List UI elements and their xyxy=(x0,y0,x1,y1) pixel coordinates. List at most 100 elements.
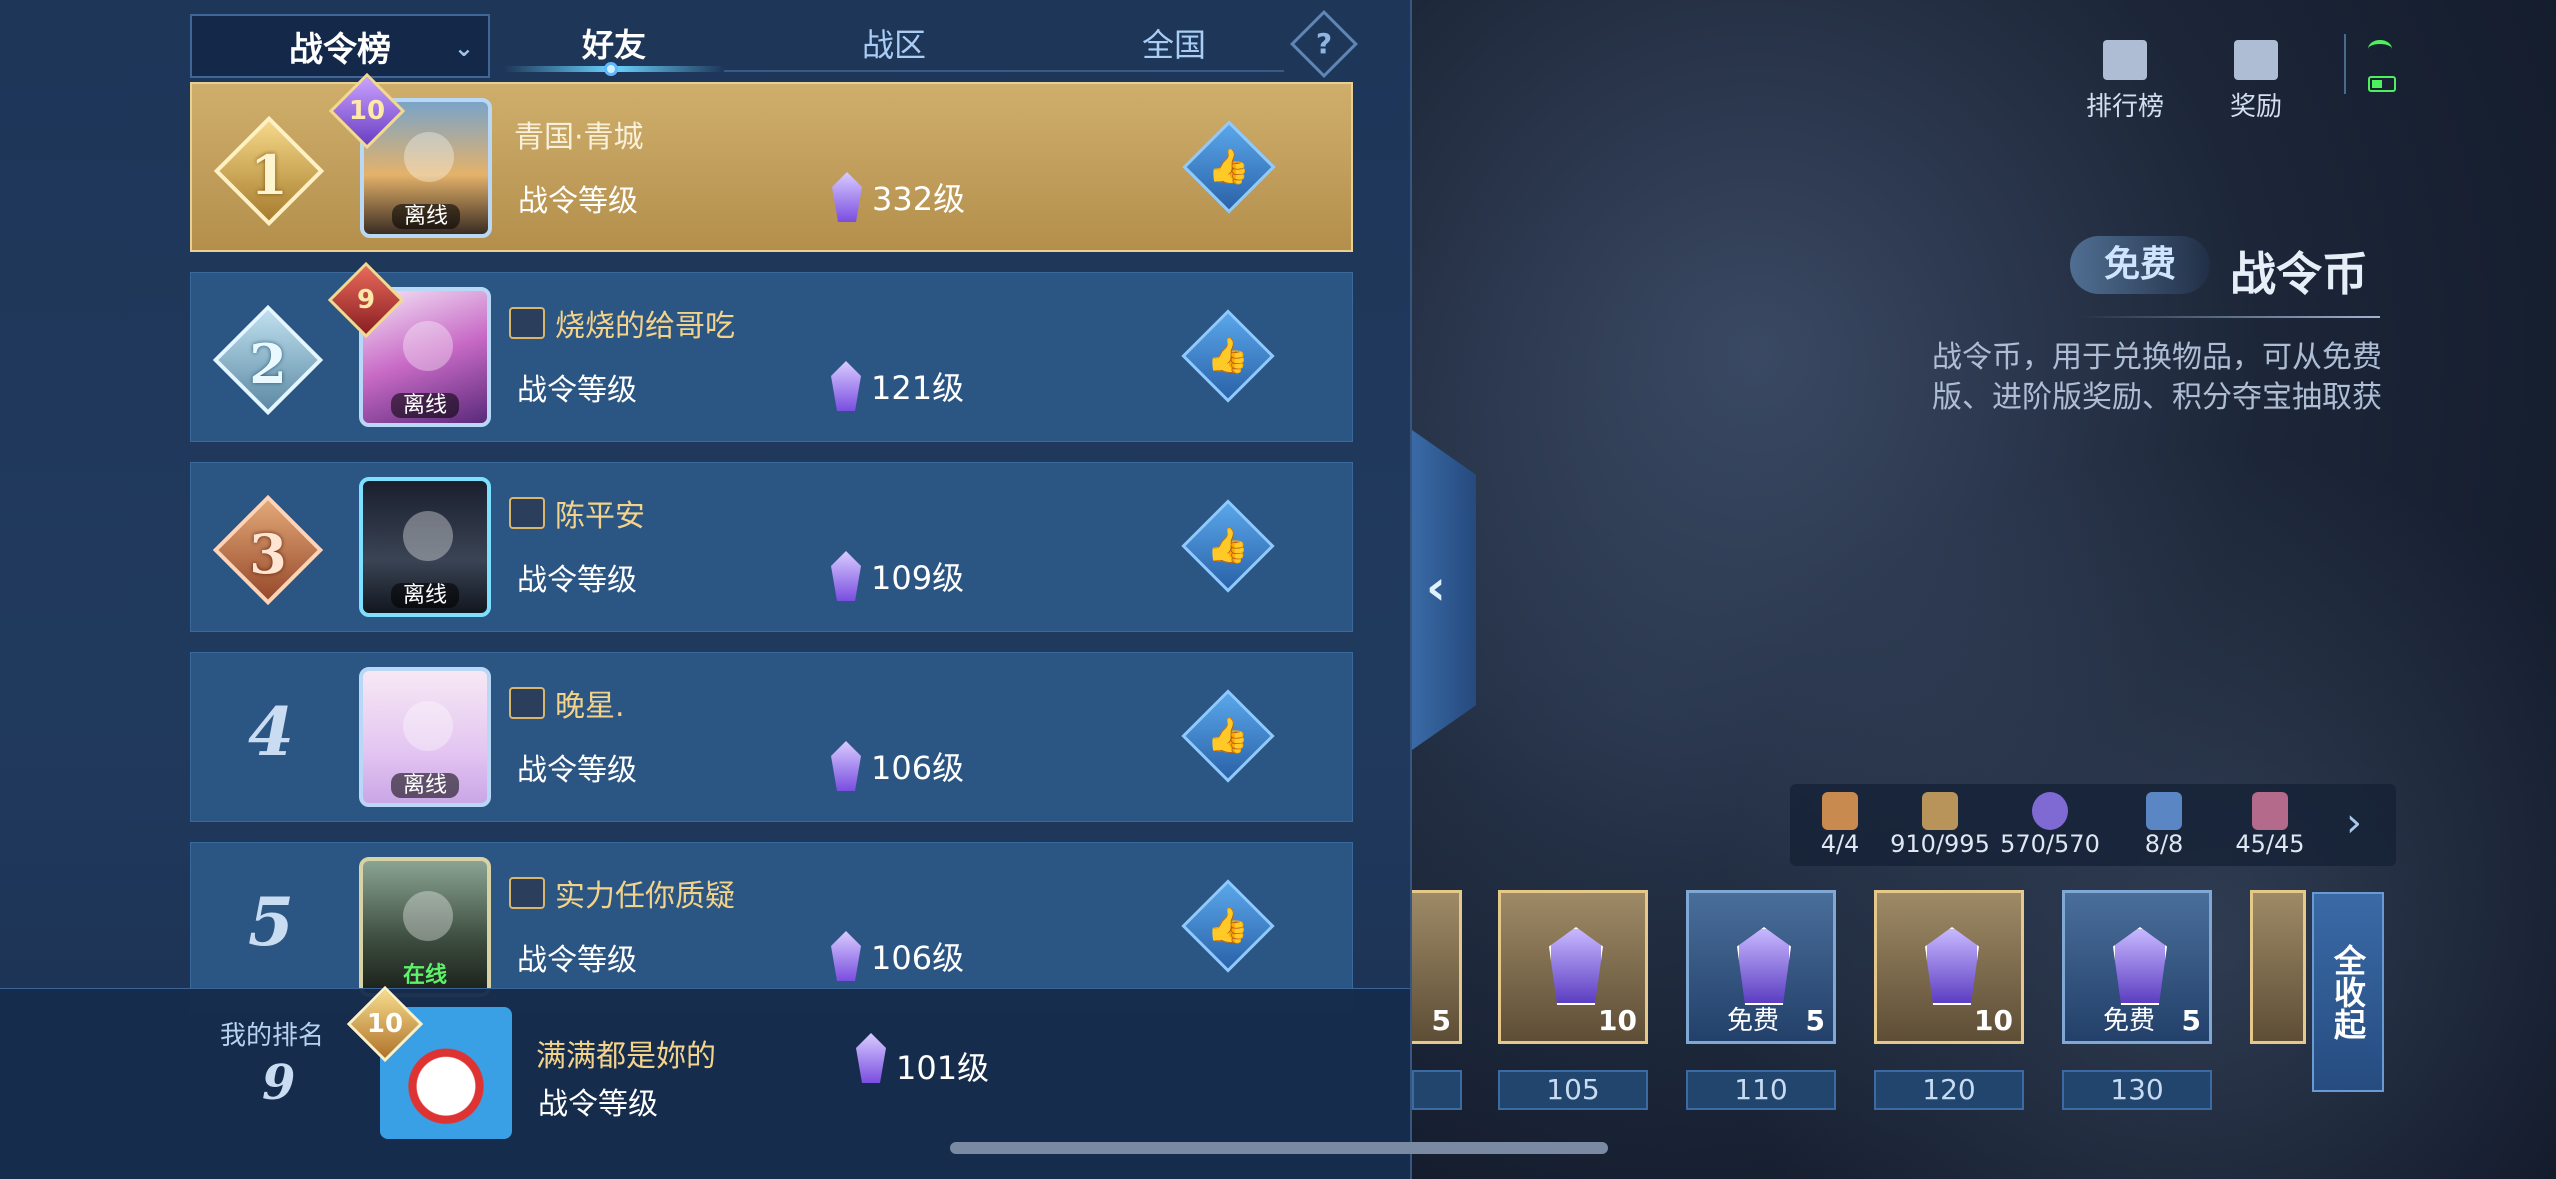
crystal-icon xyxy=(831,741,861,791)
resource-item: 8/8 xyxy=(2114,784,2214,866)
crystal-icon xyxy=(856,1033,886,1083)
crystal-icon xyxy=(831,361,861,411)
reward-card[interactable]: 10 xyxy=(1874,890,2024,1044)
avatar-image xyxy=(403,701,453,751)
player-name: 满满都是妳的 xyxy=(536,1039,716,1074)
player-name: 实力任你质疑 xyxy=(555,879,735,914)
rank-number: 5 xyxy=(248,883,294,961)
level-box: 120 xyxy=(1874,1070,2024,1110)
reward-card[interactable]: 10 xyxy=(1498,890,1648,1044)
chevron-right-icon[interactable]: › xyxy=(2346,800,2362,846)
title-divider xyxy=(2080,316,2380,318)
reward-card[interactable]: 免费 5 xyxy=(1686,890,1836,1044)
status-badge: 离线 xyxy=(363,387,487,419)
crystal-icon xyxy=(2113,927,2167,1005)
skin-icon xyxy=(2252,792,2288,830)
status-badge: 在线 xyxy=(402,963,447,988)
pass-level: 101级 xyxy=(896,1049,990,1087)
coin-description: 战令币，用于兑换物品，可从免费版、进阶版奖励、积分夺宝抽取获 xyxy=(1932,340,2382,415)
my-rank-label: 我的排名 xyxy=(220,1021,325,1051)
leaderboard-row[interactable]: 5 在线 实力任你质疑 战令等级 106级 👍 xyxy=(190,842,1353,1012)
battery-icon xyxy=(2368,76,2396,92)
player-name: 陈平安 xyxy=(555,499,645,534)
like-button[interactable]: 👍 xyxy=(1181,499,1275,593)
gift-chest-icon xyxy=(2234,40,2278,80)
avatar[interactable]: 在线 xyxy=(359,857,491,997)
collect-all-button[interactable]: 全收起 xyxy=(2312,892,2384,1092)
crystal-icon xyxy=(1922,792,1958,830)
crystal-icon xyxy=(1925,927,1979,1005)
collapse-panel-button[interactable]: ‹ xyxy=(1412,430,1476,750)
token-icon xyxy=(2032,792,2068,830)
tab-divider xyxy=(724,70,1284,72)
level-box: 105 xyxy=(1498,1070,1648,1110)
like-button[interactable]: 👍 xyxy=(1181,879,1275,973)
like-button[interactable]: 👍 xyxy=(1181,309,1275,403)
status-badge: 离线 xyxy=(364,198,488,230)
resource-bar: 4/4 910/995 570/570 8/8 45/45 xyxy=(1790,784,2396,866)
rank-medal-silver: 2 xyxy=(212,304,324,416)
leaderboard-row[interactable]: 1 离线 10 青国·青城 战令等级 332级 👍 xyxy=(190,72,1353,252)
thumbs-up-icon: 👍 xyxy=(1206,906,1250,946)
leaderboard-label: 排行榜 xyxy=(2086,92,2165,122)
chevron-left-icon: ‹ xyxy=(1426,560,1446,616)
tab-national[interactable]: 全国 xyxy=(1074,18,1274,72)
sub-label: 战令等级 xyxy=(518,184,638,219)
chevron-down-icon: ⌄ xyxy=(453,34,474,62)
resource-item: 45/45 xyxy=(2220,784,2320,866)
leaderboard-button[interactable]: 排行榜 xyxy=(2086,40,2164,123)
avatar[interactable]: 离线 xyxy=(359,667,491,807)
tab-region[interactable]: 战区 xyxy=(794,18,994,72)
crystal-icon xyxy=(831,931,861,981)
thumbs-up-icon: 👍 xyxy=(1206,716,1250,756)
reward-label: 奖励 xyxy=(2230,92,2283,122)
rank-number: 4 xyxy=(248,693,294,771)
board-select-label: 战令榜 xyxy=(289,29,391,70)
reward-button[interactable]: 奖励 xyxy=(2230,40,2282,123)
sub-label: 战令等级 xyxy=(517,943,637,978)
player-name: 青国·青城 xyxy=(514,120,644,155)
resource-item: 570/570 xyxy=(2000,784,2100,866)
avatar[interactable]: 离线 xyxy=(359,477,491,617)
rank-medal-gold: 1 xyxy=(213,115,325,227)
pass-level: 109级 xyxy=(871,559,965,597)
avatar-image xyxy=(403,511,453,561)
thumbs-up-icon: 👍 xyxy=(1206,526,1250,566)
like-button[interactable]: 👍 xyxy=(1181,689,1275,783)
sub-label: 战令等级 xyxy=(517,563,637,598)
thumbs-up-icon: 👍 xyxy=(1206,336,1250,376)
pass-icon xyxy=(509,877,545,909)
reward-card[interactable]: 免费 5 xyxy=(2062,890,2212,1044)
pass-level: 121级 xyxy=(871,369,965,407)
like-button[interactable]: 👍 xyxy=(1182,120,1276,214)
level-box: 130 xyxy=(2062,1070,2212,1110)
level-box xyxy=(1412,1070,1462,1110)
level-box: 110 xyxy=(1686,1070,1836,1110)
crystal-icon xyxy=(1737,927,1791,1005)
pass-icon xyxy=(509,497,545,529)
crystal-icon xyxy=(831,551,861,601)
wifi-icon xyxy=(2368,40,2392,58)
pass-level: 106级 xyxy=(871,749,965,787)
board-select-dropdown[interactable]: 战令榜 ⌄ xyxy=(190,14,490,78)
player-name: 烧烧的给哥吃 xyxy=(555,309,735,344)
costume-icon xyxy=(1822,792,1858,830)
reward-card[interactable] xyxy=(2250,890,2306,1044)
player-name: 晚星. xyxy=(555,689,625,724)
my-rank-number: 9 xyxy=(262,1055,296,1111)
leaderboard-row[interactable]: 4 离线 晚星. 战令等级 106级 👍 xyxy=(190,652,1353,822)
avatar-image xyxy=(403,321,453,371)
thumbs-up-icon: 👍 xyxy=(1207,147,1251,187)
crystal-icon xyxy=(832,172,862,222)
pass-level: 332级 xyxy=(872,180,966,218)
crystal-icon xyxy=(1549,927,1603,1005)
leaderboard-panel: 战令榜 ⌄ 好友 战区 全国 ? 1 离线 10 青国·青城 战令等级 332级… xyxy=(0,0,1412,1179)
coin-title: 战令币 xyxy=(2230,247,2368,301)
chart-bar-icon xyxy=(2103,40,2147,80)
free-tag: 免费 xyxy=(2070,236,2210,294)
avatar-image xyxy=(403,891,453,941)
help-icon[interactable]: ? xyxy=(1290,10,1358,78)
leaderboard-row[interactable]: 3 离线 陈平安 战令等级 109级 👍 xyxy=(190,462,1353,632)
home-indicator xyxy=(950,1142,1608,1154)
leaderboard-row[interactable]: 2 离线 9 烧烧的给哥吃 战令等级 121级 👍 xyxy=(190,261,1353,442)
